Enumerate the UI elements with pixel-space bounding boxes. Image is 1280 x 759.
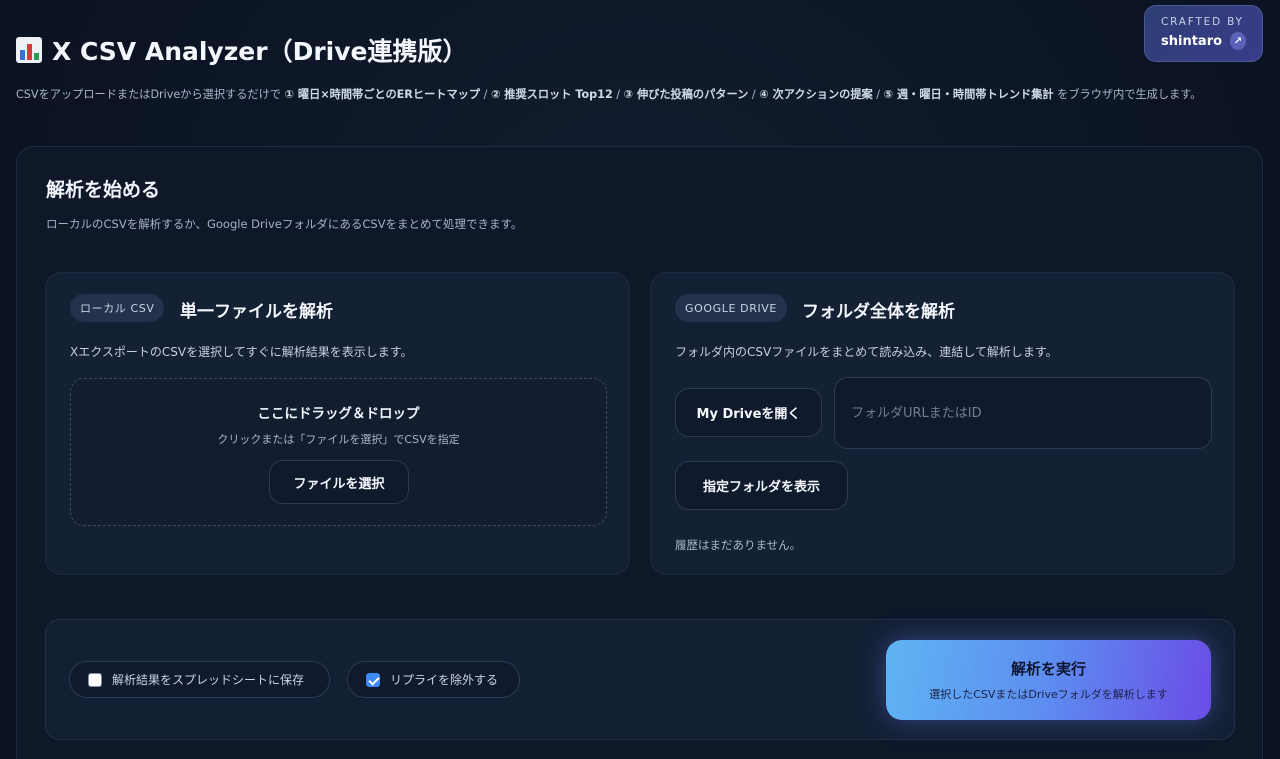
dropzone-title: ここにドラッグ＆ドロップ [257, 406, 420, 422]
crafted-by-label: CRAFTED BY [1161, 16, 1244, 28]
google-drive-pill: GOOGLE DRIVE [675, 294, 787, 322]
external-link-icon: ↗ [1230, 32, 1246, 50]
separator: / [872, 88, 884, 101]
save-to-sheet-checkbox[interactable] [88, 672, 102, 687]
feature-patterns: ③ 伸びた投稿のパターン [623, 88, 749, 101]
page-header: X CSV Analyzer（Drive連携版） [16, 30, 1150, 70]
show-folder-button[interactable]: 指定フォルダを表示 [675, 461, 848, 510]
feature-heatmap: ① 曜日×時間帯ごとのERヒートマップ [284, 88, 481, 101]
feature-trends: ⑤ 週・曜日・時間帯トレンド集計 [883, 88, 1054, 101]
app-description: CSVをアップロードまたはDriveから選択するだけで ① 曜日×時間帯ごとのE… [16, 85, 1261, 104]
drive-card-title: フォルダ全体を解析 [802, 302, 955, 322]
page-title: X CSV Analyzer（Drive連携版） [16, 30, 1150, 70]
separator: / [480, 88, 491, 101]
exclude-replies-checkbox[interactable] [366, 672, 380, 687]
folder-url-input[interactable] [834, 377, 1212, 449]
select-file-button[interactable]: ファイルを選択 [269, 460, 409, 504]
google-drive-card: GOOGLE DRIVE フォルダ全体を解析 フォルダ内のCSVファイルをまとめ… [650, 272, 1235, 575]
app-title: X CSV Analyzer（Drive連携版） [52, 37, 468, 66]
save-to-sheet-label: 解析結果をスプレッドシートに保存 [112, 673, 305, 687]
run-options-bar: 解析結果をスプレッドシートに保存 リプライを除外する 解析を実行 選択したCSV… [45, 619, 1235, 740]
feature-slots: ② 推奨スロット Top12 [490, 88, 613, 101]
dropzone-hint: クリックまたは「ファイルを選択」でCSVを指定 [217, 433, 460, 446]
description-lead: CSVをアップロードまたはDriveから選択するだけで [16, 88, 281, 101]
separator: / [748, 88, 760, 101]
save-to-sheet-option[interactable]: 解析結果をスプレッドシートに保存 [69, 661, 330, 698]
author-name: shintaro [1161, 33, 1223, 49]
panel-title: 解析を始める [46, 179, 161, 201]
run-analysis-label: 解析を実行 [1010, 660, 1086, 678]
feature-next-actions: ④ 次アクションの提案 [759, 88, 873, 101]
file-dropzone[interactable]: ここにドラッグ＆ドロップ クリックまたは「ファイルを選択」でCSVを指定 ファイ… [70, 378, 607, 526]
open-my-drive-button[interactable]: My Driveを開く [675, 388, 822, 437]
exclude-replies-label: リプライを除外する [390, 673, 499, 687]
local-card-desc: XエクスポートのCSVを選択してすぐに解析結果を表示します。 [70, 345, 413, 359]
local-csv-card: ローカル CSV 単一ファイルを解析 XエクスポートのCSVを選択してすぐに解析… [45, 272, 630, 575]
exclude-replies-option[interactable]: リプライを除外する [347, 661, 520, 698]
bar-chart-icon [16, 37, 42, 63]
run-analysis-sublabel: 選択したCSVまたはDriveフォルダを解析します [929, 688, 1168, 701]
separator: / [612, 88, 624, 101]
crafted-by-badge[interactable]: CRAFTED BY shintaro ↗ [1144, 5, 1263, 62]
history-status: 履歴はまだありません。 [675, 538, 802, 552]
description-tail: をブラウザ内で生成します。 [1057, 88, 1202, 101]
run-analysis-button[interactable]: 解析を実行 選択したCSVまたはDriveフォルダを解析します [886, 640, 1211, 720]
local-card-title: 単一ファイルを解析 [180, 302, 333, 322]
panel-subtitle: ローカルのCSVを解析するか、Google DriveフォルダにあるCSVをまと… [46, 217, 523, 231]
drive-card-desc: フォルダ内のCSVファイルをまとめて読み込み、連結して解析します。 [675, 345, 1058, 359]
local-csv-pill: ローカル CSV [70, 294, 165, 322]
analysis-panel: 解析を始める ローカルのCSVを解析するか、Google Driveフォルダにあ… [16, 146, 1263, 759]
